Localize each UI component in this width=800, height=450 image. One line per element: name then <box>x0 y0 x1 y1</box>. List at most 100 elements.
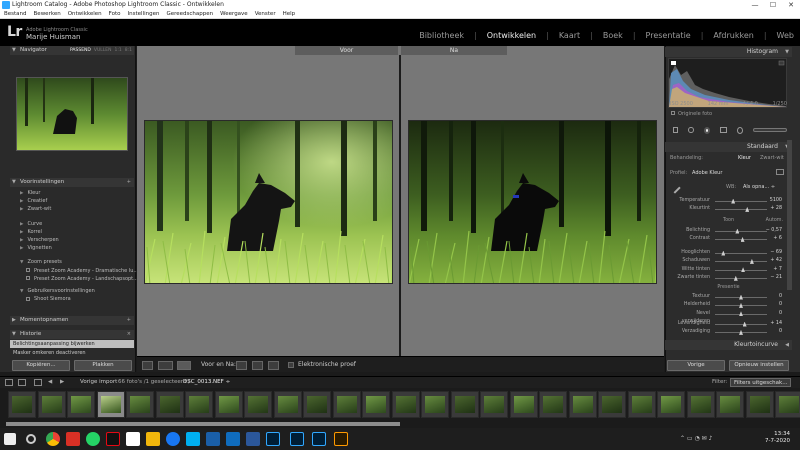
maximize-button[interactable]: ☐ <box>764 0 782 10</box>
slider-value[interactable]: 0 <box>779 328 782 336</box>
filmstrip-thumbnail[interactable] <box>362 391 390 418</box>
folder-icon[interactable] <box>146 432 160 446</box>
preset-item[interactable]: Shoot Siemora <box>20 295 138 303</box>
presets-header[interactable]: ▼ Voorinstellingen + <box>10 178 134 187</box>
filmstrip-thumbnail[interactable] <box>539 391 567 418</box>
outlook-icon[interactable] <box>226 432 240 446</box>
history-item[interactable]: Belichtingsaanpassing bijwerken <box>10 340 134 348</box>
auto-tone-button[interactable]: Autom. <box>766 218 783 223</box>
menu-item-gereedschappen[interactable]: Gereedschappen <box>166 10 213 18</box>
swap-before-after-button[interactable] <box>268 361 279 370</box>
menu-item-venster[interactable]: Venster <box>255 10 276 18</box>
slider-track[interactable] <box>715 269 767 271</box>
adjustment-brush-icon[interactable] <box>753 128 787 132</box>
previous-settings-button[interactable]: Vorige <box>667 360 725 371</box>
preset-group[interactable]: ▶ Creatief <box>20 197 138 205</box>
slider-helderheid[interactable]: Helderheid 0 <box>670 301 787 309</box>
slider-track[interactable] <box>715 231 767 232</box>
preset-group[interactable]: ▶ Zwart-wit <box>20 205 138 213</box>
slider-value[interactable]: − 21 <box>770 274 782 282</box>
whatsapp-icon[interactable] <box>86 432 100 446</box>
slider-nevel-verwijderen[interactable]: Nevel verwijderen 0 <box>670 310 787 324</box>
filmstrip-thumbnail[interactable] <box>37 391 66 418</box>
filmstrip-thumbnail[interactable] <box>391 391 420 418</box>
clear-history-button[interactable]: × <box>127 330 131 339</box>
module-ontwikkelen[interactable]: Ontwikkelen <box>487 31 536 40</box>
skype-icon[interactable] <box>186 432 200 446</box>
soft-proof-checkbox[interactable] <box>288 362 294 368</box>
slider-contrast[interactable]: Contrast + 6 <box>670 235 787 243</box>
slider-textuur[interactable]: Textuur 0 <box>670 293 787 301</box>
slider-belichting[interactable]: Belichting − 0,57 <box>670 227 787 235</box>
slider-value[interactable]: 0 <box>779 310 782 318</box>
messenger-icon[interactable] <box>166 432 180 446</box>
profile-dropdown[interactable]: Adobe Kleur <box>692 170 722 176</box>
filmstrip-thumbnail[interactable] <box>421 391 449 418</box>
module-presentatie[interactable]: Presentatie <box>646 31 691 40</box>
slider-value[interactable]: 0 <box>779 293 782 301</box>
radial-filter-icon[interactable] <box>737 126 744 134</box>
slider-verzadiging[interactable]: Verzadiging 0 <box>670 328 787 336</box>
graduated-filter-icon[interactable] <box>720 127 728 133</box>
preset-group[interactable]: ▶ Verscherpen <box>20 236 138 244</box>
filmstrip-thumbnail[interactable] <box>185 391 213 418</box>
monitor-1-icon[interactable] <box>5 379 13 386</box>
menu-item-instellingen[interactable]: Instellingen <box>128 10 160 18</box>
filmstrip-thumbnail[interactable] <box>509 391 538 418</box>
system-tray-icons[interactable]: ⌃ ▭ ◔ ✉ ♪ <box>680 435 730 443</box>
filmstrip-thumbnail[interactable] <box>686 391 715 418</box>
filmstrip-thumbnail[interactable] <box>303 391 331 418</box>
filmstrip-thumbnail[interactable] <box>568 391 597 418</box>
slider-track[interactable] <box>715 209 767 211</box>
grid-view-icon[interactable] <box>34 379 42 386</box>
slider-value[interactable]: − 69 <box>770 249 782 257</box>
preset-group[interactable]: ▶ Kleur <box>20 189 138 197</box>
module-boek[interactable]: Boek <box>603 31 623 40</box>
filmstrip-thumbnail[interactable] <box>775 391 800 418</box>
search-icon[interactable] <box>26 434 36 444</box>
filmstrip-thumbnail[interactable] <box>96 391 125 418</box>
add-snapshot-button[interactable]: + <box>127 316 131 325</box>
treatment-color-button[interactable]: Kleur <box>738 155 751 161</box>
filmstrip-thumbnail[interactable] <box>8 391 36 418</box>
filmstrip-thumbnail[interactable] <box>214 391 243 418</box>
crop-tool-icon[interactable] <box>673 127 679 133</box>
preset-item[interactable]: Preset Zoom Academy - Dramatische lu... <box>20 267 138 275</box>
slider-witte-tinten[interactable]: Witte tinten + 7 <box>670 266 787 274</box>
spot-removal-icon[interactable] <box>688 127 694 133</box>
copy-before-to-after-button[interactable] <box>236 361 247 370</box>
filmstrip-thumbnail[interactable] <box>332 391 361 418</box>
module-web[interactable]: Web <box>777 31 794 40</box>
slider-schaduwen[interactable]: Schaduwen + 42 <box>670 257 787 265</box>
lightroom-icon[interactable] <box>312 432 326 446</box>
r-app-icon[interactable] <box>206 432 220 446</box>
after-photo[interactable] <box>408 120 657 284</box>
original-photo-toggle[interactable]: Originele foto <box>671 111 712 117</box>
zoom-8-1-button[interactable]: 8:1 <box>125 46 132 55</box>
slider-value[interactable]: + 14 <box>770 320 782 328</box>
zoom-fit-button[interactable]: PASSEND <box>70 46 91 55</box>
before-after-view-button[interactable] <box>158 361 173 370</box>
store-icon[interactable] <box>126 432 140 446</box>
windows-start-icon[interactable] <box>4 433 16 445</box>
right-panel-scrollbar[interactable] <box>787 140 792 290</box>
mail-icon[interactable] <box>66 432 80 446</box>
menu-item-help[interactable]: Help <box>283 10 296 18</box>
slider-value[interactable]: + 6 <box>773 235 782 243</box>
minimize-button[interactable]: — <box>746 0 764 10</box>
photoshop-icon[interactable] <box>266 432 280 446</box>
bridge-icon[interactable] <box>334 432 348 446</box>
original-photo-checkbox[interactable] <box>671 111 675 115</box>
filmstrip-thumbnail[interactable] <box>716 391 744 418</box>
lightroom-classic-icon[interactable] <box>290 432 304 446</box>
reset-button[interactable]: Opnieuw instellen <box>729 360 789 371</box>
slider-zwarte-tinten[interactable]: Zwarte tinten − 21 <box>670 274 787 282</box>
back-arrow-icon[interactable]: ◀ <box>48 377 52 388</box>
filmstrip-scrollbar[interactable] <box>0 420 800 428</box>
close-button[interactable]: ✕ <box>782 0 800 10</box>
menu-item-foto[interactable]: Foto <box>109 10 121 18</box>
filmstrip-thumbnail[interactable] <box>155 391 184 418</box>
filmstrip-filename[interactable]: DSC_0013.NEF ÷ <box>183 377 230 388</box>
before-after-yy-button[interactable] <box>177 361 191 370</box>
zoom-1-1-button[interactable]: 1:1 <box>115 46 122 55</box>
